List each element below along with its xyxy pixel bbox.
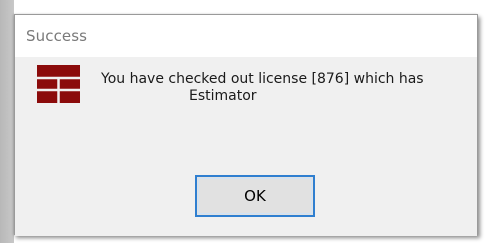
dialog-titlebar[interactable]: Success <box>15 15 477 57</box>
success-dialog: Success You have checked out license [87… <box>14 14 478 236</box>
ok-button-label: OK <box>244 187 266 205</box>
dialog-message: You have checked out license [876] which… <box>101 71 461 105</box>
message-line-2: Estimator <box>189 88 257 104</box>
background-window-edge <box>0 0 14 243</box>
dialog-title: Success <box>26 27 88 45</box>
message-line-1: You have checked out license [876] which… <box>101 71 424 87</box>
ok-button[interactable]: OK <box>195 175 315 217</box>
app-logo-icon <box>37 65 80 103</box>
